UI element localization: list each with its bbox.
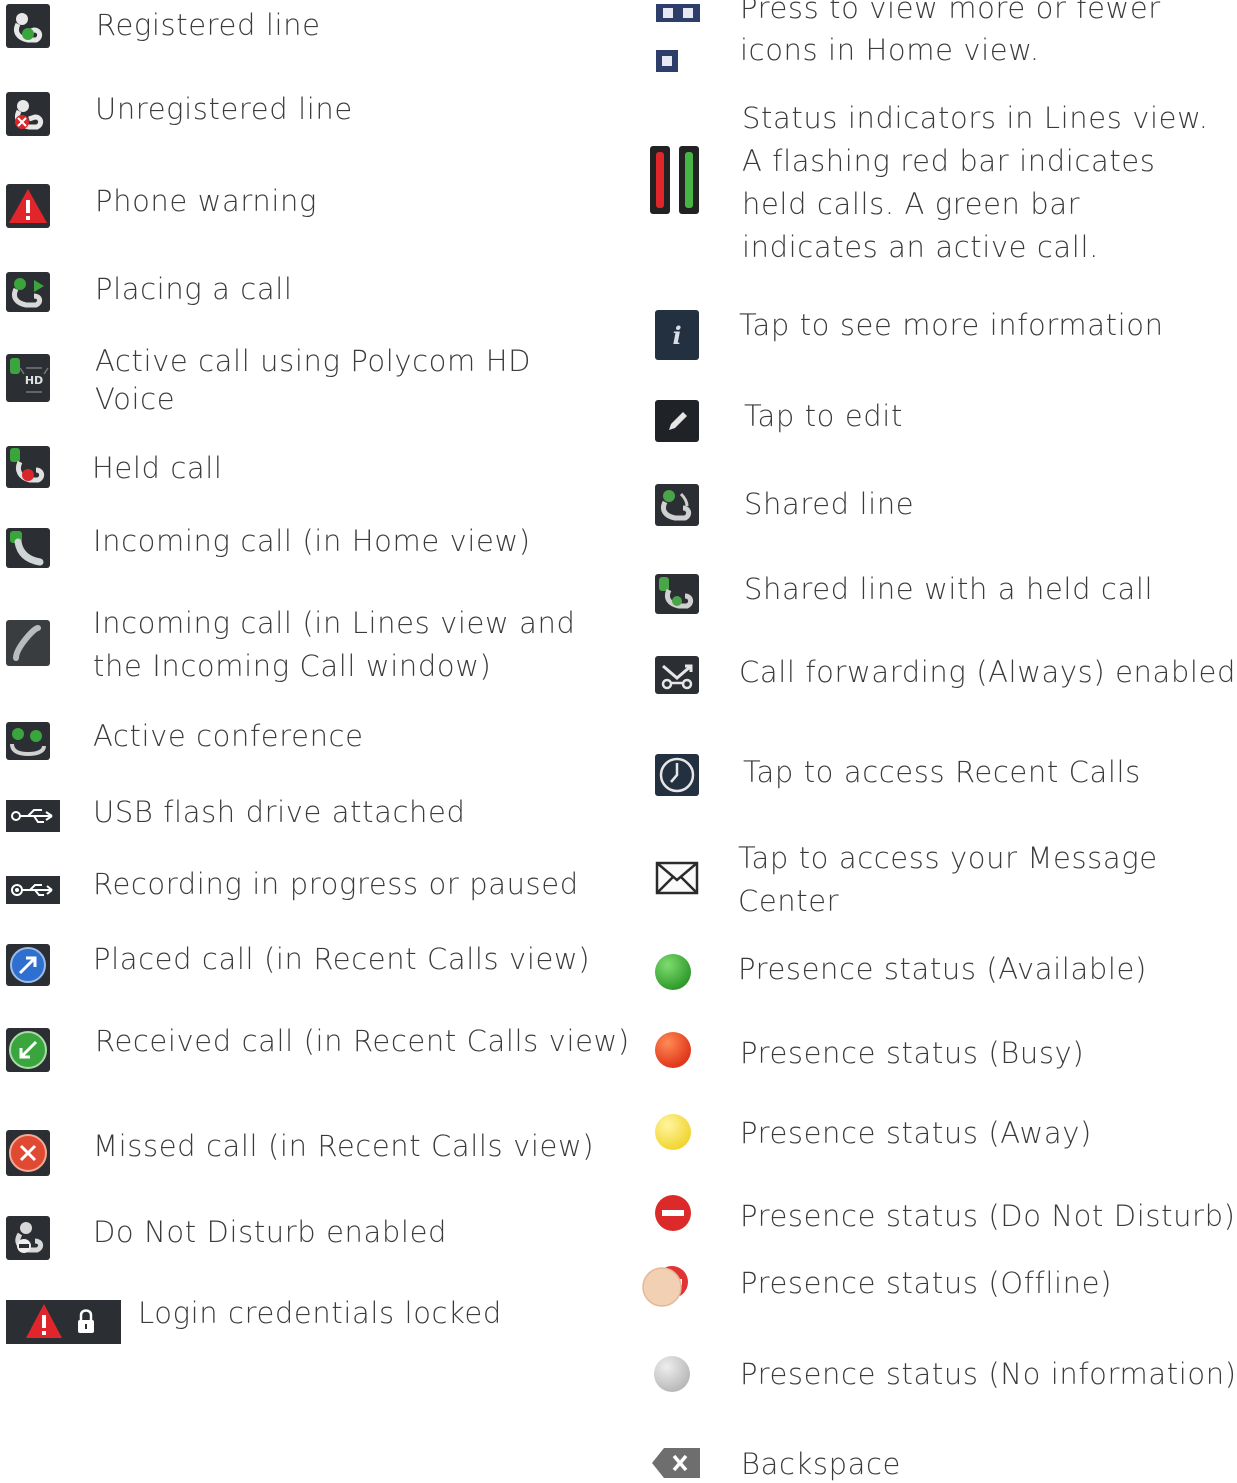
legend-label: Recording in progress or paused (93, 867, 579, 901)
legend-label: Tap to access your Message (738, 841, 1158, 875)
legend-label: Call forwarding (Always) enabled (739, 655, 1237, 689)
legend-label: Voice (95, 382, 176, 416)
legend-label: the Incoming Call window) (93, 649, 492, 683)
legend-label: A flashing red bar indicates (742, 144, 1156, 178)
legend-label: icons in Home view. (740, 33, 1040, 67)
legend-label: Shared line with a held call (744, 572, 1154, 606)
received-call-icon (6, 1028, 50, 1072)
legend-label: USB flash drive attached (93, 795, 466, 829)
legend-label: Placing a call (95, 272, 293, 306)
do-not-disturb-icon (6, 1216, 50, 1260)
legend-label: Incoming call (in Home view) (93, 524, 531, 558)
incoming-call-home-icon (6, 528, 50, 568)
legend-label: Presence status (No information) (740, 1357, 1237, 1391)
presence-available-icon (654, 953, 692, 991)
legend-label: Received call (in Recent Calls view) (95, 1024, 630, 1058)
recording-icon (6, 876, 60, 904)
unregistered-line-icon (6, 92, 50, 136)
legend-label: Active conference (93, 719, 364, 753)
legend-label: Tap to access Recent Calls (743, 755, 1141, 789)
legend-label: Shared line (744, 487, 915, 521)
missed-call-icon (6, 1130, 50, 1176)
call-forwarding-icon (655, 656, 699, 694)
edit-icon (655, 400, 699, 442)
shared-line-icon (655, 484, 699, 526)
legend-label: Backspace (741, 1447, 901, 1481)
legend-label: held calls. A green bar (742, 187, 1081, 221)
legend-label: Presence status (Away) (740, 1116, 1092, 1150)
svg-text:HD: HD (25, 374, 43, 387)
legend-label: Presence status (Do Not Disturb) (740, 1199, 1236, 1233)
status-bars-icon (650, 146, 702, 214)
legend-label: Login credentials locked (138, 1296, 502, 1330)
warning-icon (6, 184, 50, 228)
legend-label: Presence status (Offline) (740, 1266, 1112, 1300)
legend-label: Presence status (Busy) (740, 1036, 1085, 1070)
legend-label: Phone warning (95, 184, 317, 218)
info-icon: i (655, 310, 699, 360)
legend-label: Center (738, 884, 840, 918)
legend-label: Tap to see more information (739, 308, 1164, 342)
login-locked-icon (6, 1300, 121, 1344)
presence-noinfo-icon (653, 1355, 691, 1393)
legend-label: Presence status (Available) (738, 952, 1147, 986)
view-toggle-icon (655, 2, 701, 72)
svg-text:i: i (672, 321, 681, 350)
presence-offline-icon (642, 1262, 694, 1308)
legend-label: Missed call (in Recent Calls view) (93, 1129, 595, 1163)
shared-line-held-icon (655, 574, 699, 614)
placed-call-icon (6, 944, 50, 986)
legend-label: Press to view more or fewer (740, 0, 1161, 25)
legend-label: Status indicators in Lines view. (742, 101, 1209, 135)
presence-dnd-icon (654, 1194, 692, 1232)
backspace-icon (650, 1446, 702, 1480)
legend-label: Registered line (96, 8, 321, 42)
legend-label: Unregistered line (95, 92, 353, 126)
hd-voice-icon: HD (6, 354, 50, 402)
placing-call-icon (6, 272, 50, 312)
legend-label: Incoming call (in Lines view and (93, 606, 576, 640)
usb-icon (6, 800, 60, 832)
legend-label: Do Not Disturb enabled (93, 1215, 448, 1249)
incoming-call-lines-icon (6, 620, 50, 666)
clock-icon (655, 754, 699, 796)
legend-label: Placed call (in Recent Calls view) (93, 942, 591, 976)
legend-label: Tap to edit (744, 399, 903, 433)
envelope-icon (655, 860, 699, 896)
held-call-icon (6, 446, 50, 488)
legend-label: Held call (92, 451, 223, 485)
registered-line-icon (6, 4, 50, 48)
conference-icon (6, 722, 50, 760)
presence-busy-icon (654, 1031, 692, 1069)
presence-away-icon (654, 1113, 692, 1151)
legend-label: indicates an active call. (742, 230, 1099, 264)
legend-label: Active call using Polycom HD (95, 344, 532, 378)
